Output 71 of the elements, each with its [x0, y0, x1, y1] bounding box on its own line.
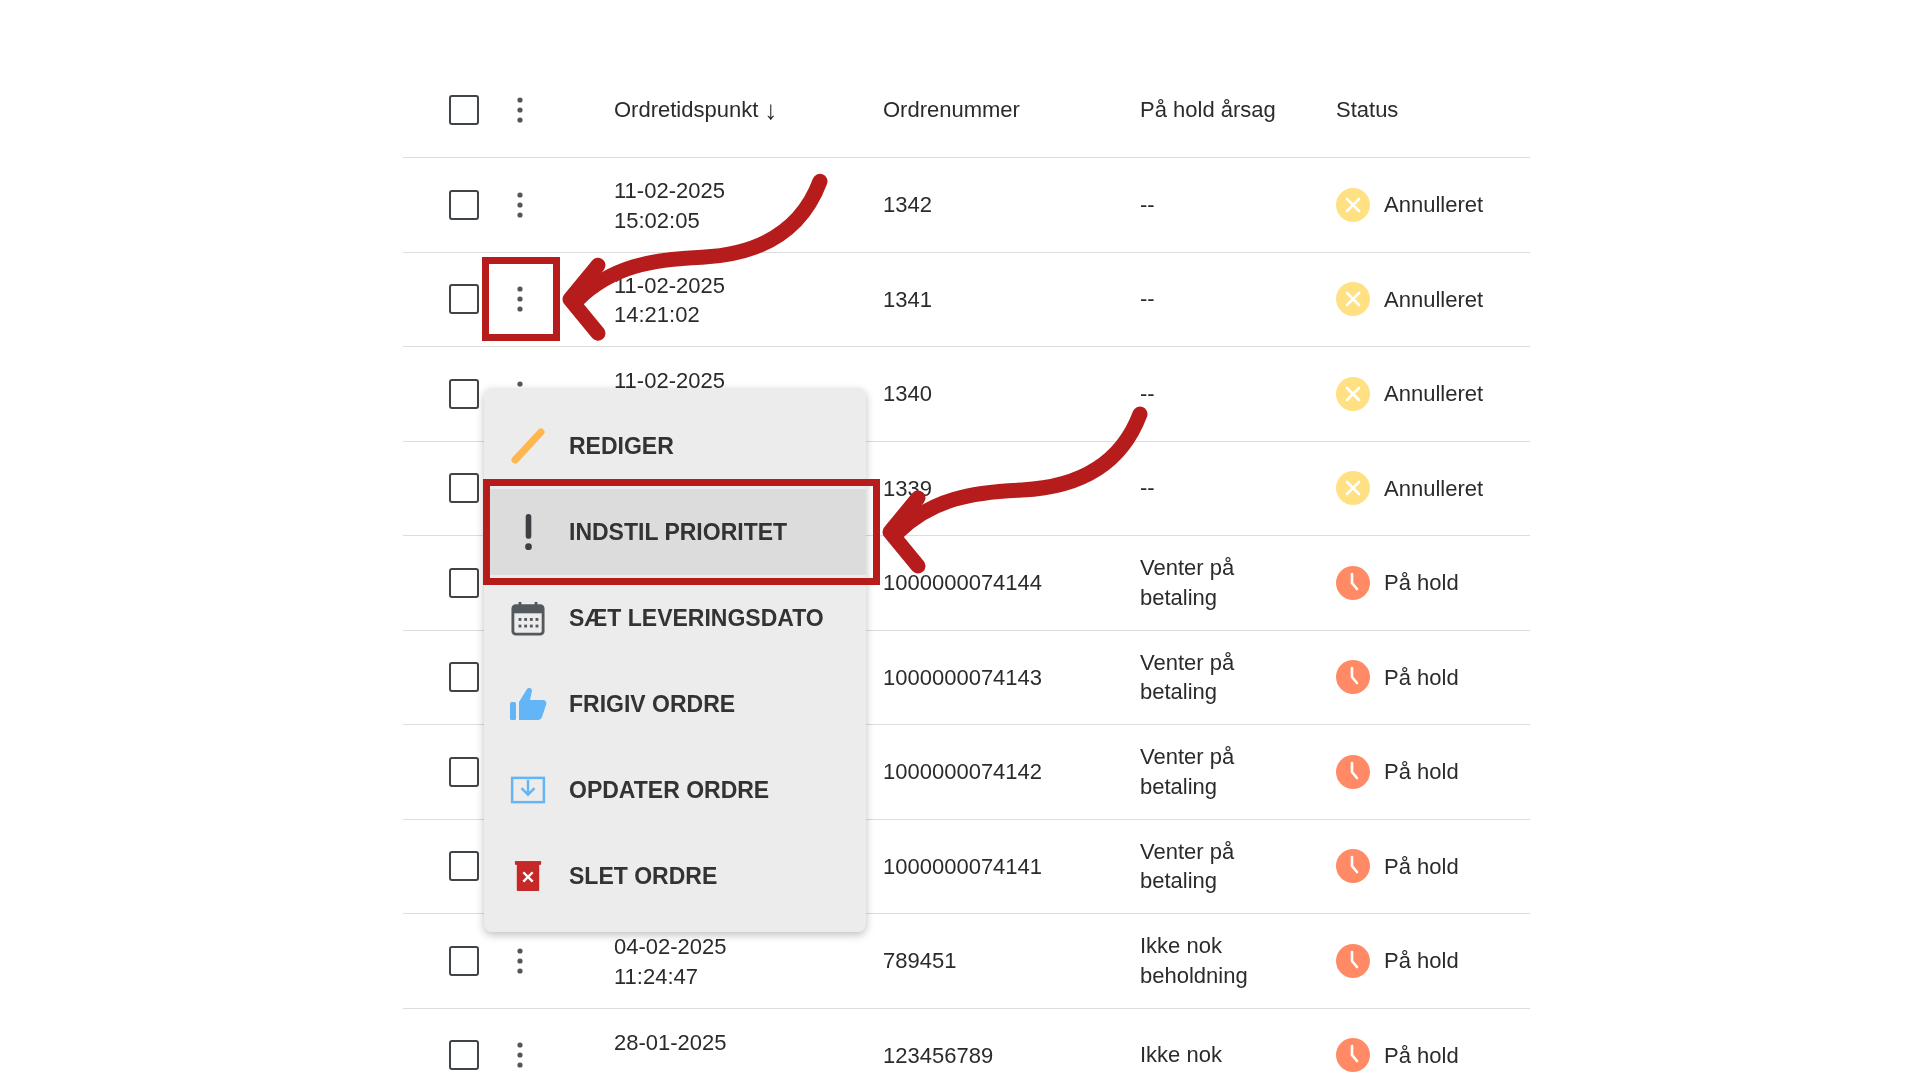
- table-cell-text: --: [1140, 285, 1156, 314]
- table-cell-text: 11-02-2025 14:21:02: [614, 271, 726, 330]
- status-label: På hold: [1384, 663, 1459, 692]
- status-label: På hold: [1384, 947, 1459, 976]
- table-cell: 789451: [883, 948, 957, 974]
- menu-item[interactable]: SLET ORDRE: [484, 833, 866, 919]
- table-cell-text: 28-01-2025: [614, 1028, 728, 1057]
- table-cell-text: Venter på betaling: [1140, 743, 1236, 801]
- download-tray-icon: [510, 776, 546, 804]
- column-header[interactable]: Ordrenummer: [883, 94, 1020, 125]
- table-cell-text: 04-02-2025 11:24:47: [614, 933, 728, 991]
- status-label: Annulleret: [1384, 285, 1484, 314]
- cancelled-icon: [1336, 471, 1370, 506]
- checkbox[interactable]: [449, 1040, 479, 1071]
- cancelled-icon: [1336, 187, 1370, 222]
- table-cell-text: Ikke nok beholdning: [1140, 932, 1249, 990]
- status-label: På hold: [1384, 1041, 1459, 1070]
- table-cell-text: Venter på betaling: [1140, 837, 1236, 896]
- column-header[interactable]: Ordretidspunkt: [614, 94, 759, 125]
- table-cell: 1000000074144: [883, 570, 1043, 596]
- clock-icon: [1336, 565, 1370, 600]
- table-cell: 1342: [883, 192, 932, 218]
- clock-icon: [1336, 660, 1370, 695]
- table-cell-text: 11-02-2025: [614, 367, 726, 396]
- cancelled-icon: [1336, 376, 1370, 411]
- checkbox[interactable]: [449, 662, 479, 693]
- trash-icon: [514, 860, 542, 892]
- table-cell: 1000000074142: [883, 759, 1043, 785]
- table-cell-text: Venter på betaling: [1140, 554, 1236, 612]
- checkbox[interactable]: [449, 851, 479, 882]
- column-header[interactable]: Status: [1336, 94, 1399, 125]
- table-cell-text: Ikke nok: [1140, 1041, 1223, 1070]
- column-header[interactable]: På hold årsag: [1140, 94, 1276, 125]
- table-cell-text: --: [1140, 190, 1156, 219]
- checkbox[interactable]: [449, 567, 479, 598]
- table-cell-text: --: [1140, 379, 1156, 408]
- checkbox[interactable]: [449, 945, 479, 976]
- menu-item[interactable]: OPDATER ORDRE: [484, 747, 866, 833]
- status-label: Annulleret: [1384, 191, 1484, 220]
- exclamation-icon: [524, 514, 532, 550]
- checkbox[interactable]: [449, 378, 479, 409]
- clock-icon: [1336, 754, 1370, 789]
- clock-icon: [1336, 1038, 1370, 1073]
- clock-icon: [1336, 849, 1370, 884]
- menu-item[interactable]: REDIGER: [484, 403, 866, 489]
- menu-item[interactable]: SÆT LEVERINGSDATO: [484, 575, 866, 661]
- status-label: På hold: [1384, 569, 1459, 598]
- menu-item[interactable]: FRIGIV ORDRE: [484, 661, 866, 747]
- status-label: På hold: [1384, 852, 1459, 881]
- status-label: Annulleret: [1384, 474, 1484, 503]
- cancelled-icon: [1336, 282, 1370, 317]
- table-cell: 1340: [883, 381, 932, 407]
- checkbox[interactable]: [449, 756, 479, 787]
- calendar-icon: [511, 600, 545, 636]
- checkbox[interactable]: [449, 284, 479, 315]
- table-cell: 1000000074143: [883, 664, 1043, 690]
- table-cell-text: --: [1140, 474, 1156, 503]
- table-cell-text: Venter på betaling: [1140, 648, 1236, 707]
- table-cell: 1341: [883, 286, 932, 312]
- pencil-icon: [510, 427, 546, 465]
- clock-icon: [1336, 943, 1370, 978]
- checkbox[interactable]: [449, 189, 479, 220]
- table-cell: 123456789: [883, 1042, 994, 1068]
- status-label: Annulleret: [1384, 380, 1484, 409]
- checkbox[interactable]: [449, 94, 479, 125]
- status-label: På hold: [1384, 758, 1459, 787]
- sort-icon[interactable]: ↓: [764, 96, 778, 123]
- table-cell: 1000000074141: [883, 853, 1043, 879]
- thumbs-up-icon: [509, 687, 547, 721]
- checkbox[interactable]: [449, 473, 479, 504]
- table-cell-text: 11-02-2025 15:02:05: [614, 177, 726, 235]
